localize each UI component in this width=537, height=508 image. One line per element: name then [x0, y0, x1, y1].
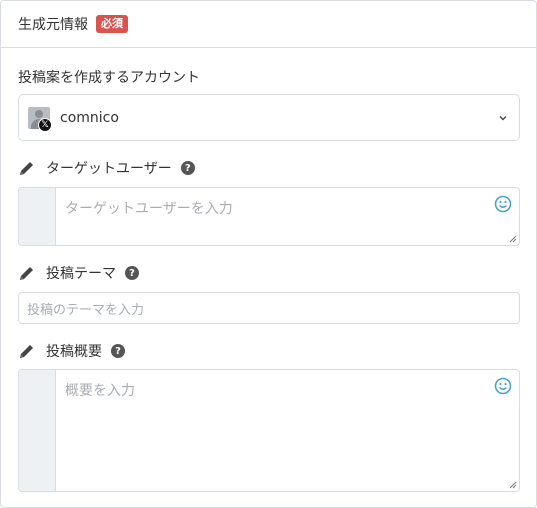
generation-source-panel: 生成元情報 必須 投稿案を作成するアカウント 𝕏 comnico ターゲットユー… — [0, 0, 537, 508]
question-circle-icon[interactable]: ? — [111, 344, 125, 358]
account-select[interactable]: 𝕏 comnico — [18, 94, 520, 141]
pencil-icon — [20, 162, 33, 175]
panel-title: 生成元情報 — [18, 17, 88, 33]
target-user-label-row: ターゲットユーザー ? — [18, 158, 195, 178]
required-badge: 必須 — [96, 15, 128, 33]
smiley-icon[interactable] — [494, 377, 512, 395]
textarea-gutter — [19, 188, 56, 245]
post-theme-label: 投稿テーマ — [46, 266, 116, 282]
selected-account-name: comnico — [60, 109, 119, 126]
textarea-gutter — [19, 370, 56, 491]
question-circle-icon[interactable]: ? — [125, 266, 139, 280]
post-theme-input[interactable]: 投稿のテーマを入力 — [18, 292, 520, 324]
pencil-icon — [20, 267, 33, 280]
avatar: 𝕏 — [28, 106, 52, 132]
chevron-down-icon — [499, 116, 507, 121]
pencil-icon — [20, 345, 33, 358]
panel-header: 生成元情報 必須 — [1, 1, 536, 48]
question-circle-icon[interactable]: ? — [180, 161, 195, 175]
smiley-icon[interactable] — [494, 195, 512, 213]
post-theme-label-row: 投稿テーマ ? — [18, 263, 139, 283]
target-user-textarea[interactable]: ターゲットユーザーを入力 — [18, 187, 520, 246]
post-summary-placeholder: 概要を入力 — [65, 383, 135, 399]
post-summary-label-row: 投稿概要 ? — [18, 341, 125, 361]
avatar-head — [35, 109, 43, 118]
resize-handle-icon[interactable] — [509, 481, 517, 489]
account-section-label: 投稿案を作成するアカウント — [18, 70, 200, 86]
post-summary-textarea[interactable]: 概要を入力 — [18, 369, 520, 492]
post-summary-label: 投稿概要 — [46, 344, 102, 360]
x-logo-icon: 𝕏 — [38, 117, 52, 132]
target-user-label: ターゲットユーザー — [46, 161, 172, 177]
target-user-placeholder: ターゲットユーザーを入力 — [65, 201, 233, 217]
post-theme-placeholder: 投稿のテーマを入力 — [27, 302, 145, 318]
resize-handle-icon[interactable] — [509, 235, 517, 243]
